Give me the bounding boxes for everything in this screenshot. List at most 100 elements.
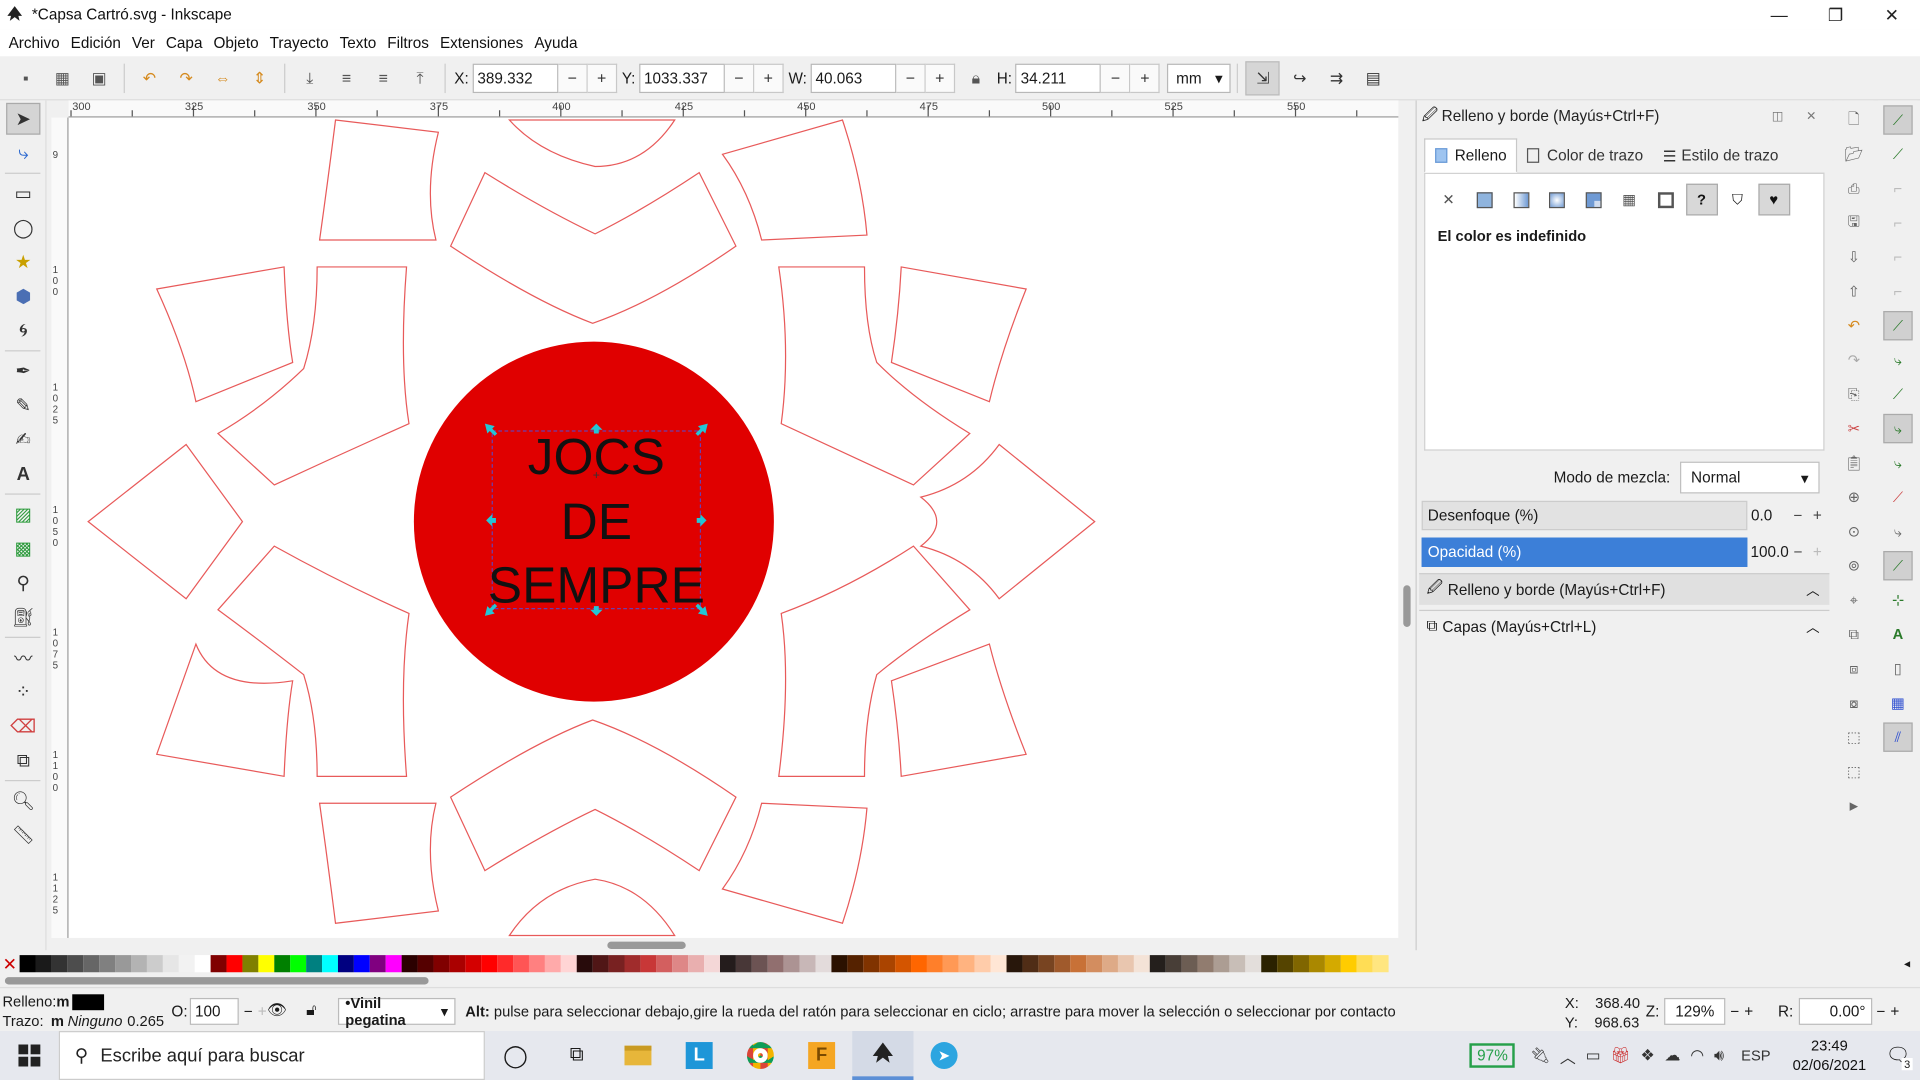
palette-swatch[interactable] (608, 955, 625, 973)
opacity-value[interactable]: 100.0 (1747, 544, 1788, 561)
save-icon[interactable]: 🖫 (1839, 208, 1868, 237)
current-layer-select[interactable]: •Vinil pegatina ▾ (337, 994, 456, 1029)
y-decrement-button[interactable]: − (724, 63, 755, 93)
menu-filtros[interactable]: Filtros (387, 34, 429, 51)
chevron-up-icon[interactable]: ︿ (1806, 580, 1819, 600)
3d-box-tool-icon[interactable]: ⬢ (6, 280, 40, 312)
app-f-icon[interactable]: F (791, 1031, 852, 1080)
chrome-icon[interactable] (730, 1031, 791, 1080)
palette-swatch[interactable] (815, 955, 832, 973)
menu-objeto[interactable]: Objeto (213, 34, 258, 51)
file-explorer-icon[interactable] (607, 1031, 668, 1080)
taskbar-search[interactable]: ⚲ Escribe aquí para buscar (58, 1031, 485, 1080)
zoom-drawing-icon[interactable]: ⊙ (1839, 517, 1868, 546)
linear-gradient-icon[interactable] (1505, 184, 1537, 216)
menu-ayuda[interactable]: Ayuda (534, 34, 577, 51)
mesh-tool-icon[interactable]: ▩ (6, 533, 40, 565)
menu-edicion[interactable]: Edición (71, 34, 121, 51)
export-icon[interactable]: ⇧ (1839, 277, 1868, 306)
height-input[interactable]: 34.211 (1015, 63, 1102, 93)
onedrive-icon[interactable]: ☁ (1665, 1046, 1681, 1066)
collapsed-fill-stroke-dialog[interactable]: 🖉 Relleno y borde (Mayús+Ctrl+F) ︿ (1419, 573, 1830, 605)
blur-increment-button[interactable]: + (1808, 507, 1827, 524)
snap-bbox-center-icon[interactable]: ⌐ (1883, 277, 1912, 306)
mesh-gradient-icon[interactable] (1577, 184, 1609, 216)
palette-swatch[interactable] (1213, 955, 1230, 973)
palette-swatch[interactable] (911, 955, 927, 973)
palette-swatch[interactable] (35, 955, 52, 973)
app-l-icon[interactable]: L (669, 1031, 730, 1080)
palette-swatch[interactable] (1117, 955, 1134, 973)
palette-swatch[interactable] (688, 955, 705, 973)
palette-swatch[interactable] (322, 955, 338, 973)
snap-bbox-icon[interactable]: ⟋ (1883, 140, 1912, 169)
snap-path-icon[interactable]: ⤷ (1883, 345, 1912, 374)
menu-extensiones[interactable]: Extensiones (440, 34, 523, 51)
palette-swatch[interactable] (1133, 955, 1150, 973)
star-tool-icon[interactable]: ★ (6, 246, 40, 278)
palette-swatch[interactable] (1324, 955, 1341, 973)
lock-ratio-icon[interactable]: 🔒︎ (962, 64, 989, 91)
width-input[interactable]: 40.063 (810, 63, 897, 93)
node-tool-icon[interactable]: ⤷ (6, 137, 40, 169)
palette-swatch[interactable] (926, 955, 943, 973)
duplicate-icon[interactable]: ⧉ (1839, 620, 1868, 649)
horizontal-scrollbar[interactable] (68, 937, 1399, 953)
palette-swatch[interactable] (1197, 955, 1214, 973)
menu-trayecto[interactable]: Trayecto (270, 34, 329, 51)
palette-swatch[interactable] (958, 955, 975, 973)
palette-swatch[interactable] (1054, 955, 1071, 973)
palette-swatch[interactable] (592, 955, 609, 973)
notifications-button[interactable]: 🗨︎ 3 (1876, 1031, 1920, 1080)
palette-swatch[interactable] (1340, 955, 1357, 973)
snap-rotation-center-icon[interactable]: ⊹ (1883, 585, 1912, 614)
lower-icon[interactable]: ≡ (333, 64, 360, 91)
zoom-input[interactable]: 129% (1664, 997, 1726, 1025)
palette-swatch[interactable] (1308, 955, 1325, 973)
pen-tool-icon[interactable]: ✒ (6, 355, 40, 387)
palette-swatch[interactable] (1245, 955, 1262, 973)
redo-icon[interactable]: ↷ (1839, 345, 1868, 374)
palette-scrollbar[interactable] (0, 974, 1920, 987)
task-view-icon[interactable]: ⧉ (546, 1031, 607, 1080)
blur-decrement-button[interactable]: − (1788, 507, 1807, 524)
palette-swatch[interactable] (385, 955, 402, 973)
palette-swatch[interactable] (417, 955, 434, 973)
ungroup-icon[interactable]: ⬚ (1839, 757, 1868, 786)
palette-swatch[interactable] (1070, 955, 1087, 973)
palette-swatch[interactable] (99, 955, 116, 973)
palette-swatch[interactable] (1277, 955, 1294, 973)
layer-visibility-icon[interactable]: 👁︎ (267, 1000, 287, 1020)
height-decrement-button[interactable]: − (1101, 63, 1131, 93)
select-all-icon[interactable]: ▪ (12, 64, 39, 91)
palette-swatch[interactable] (656, 955, 673, 973)
palette-swatch[interactable] (433, 955, 450, 973)
paste-icon[interactable]: 📋︎ (1839, 448, 1868, 477)
battery-icon[interactable]: ▭ (1586, 1046, 1601, 1066)
height-increment-button[interactable]: + (1130, 63, 1161, 93)
snap-nodes-icon[interactable]: ⟋ (1883, 311, 1913, 341)
paint-bucket-tool-icon[interactable]: ⛽︎ (6, 601, 40, 633)
menu-capa[interactable]: Capa (166, 34, 203, 51)
blur-slider[interactable]: Desenfoque (%) (1421, 500, 1748, 531)
snap-page-icon[interactable]: ▯ (1883, 654, 1912, 683)
dropper-tool-icon[interactable]: ⚲ (6, 567, 40, 599)
drawing-canvas[interactable]: JOCS DE SEMPRE + (68, 117, 1399, 938)
zoom-increment-button[interactable]: + (1744, 1003, 1753, 1020)
select-all-layers-icon[interactable]: ▦ (49, 64, 76, 91)
palette-swatches[interactable] (19, 955, 1389, 973)
palette-swatch[interactable] (831, 955, 848, 973)
scale-stroke-toggle[interactable]: ⇲ (1245, 60, 1281, 95)
palette-swatch[interactable] (481, 955, 498, 973)
palette-swatch[interactable] (847, 955, 864, 973)
palette-swatch[interactable] (974, 955, 991, 973)
volume-icon[interactable]: 🔊︎ (1714, 1046, 1724, 1066)
stroke-indicator[interactable]: Trazo: m Ninguno 0.265 (2, 1013, 164, 1030)
open-icon[interactable]: 📂︎ (1839, 140, 1868, 169)
snap-center-icon[interactable]: ⟋ (1883, 551, 1913, 581)
palette-swatch[interactable] (1006, 955, 1023, 973)
palette-swatch[interactable] (1356, 955, 1373, 973)
tab-stroke-style[interactable]: ☰ Estilo de trazo (1653, 138, 1788, 172)
snap-midpoint-icon[interactable]: ⟋ (1883, 482, 1912, 511)
palette-swatch[interactable] (513, 955, 529, 973)
